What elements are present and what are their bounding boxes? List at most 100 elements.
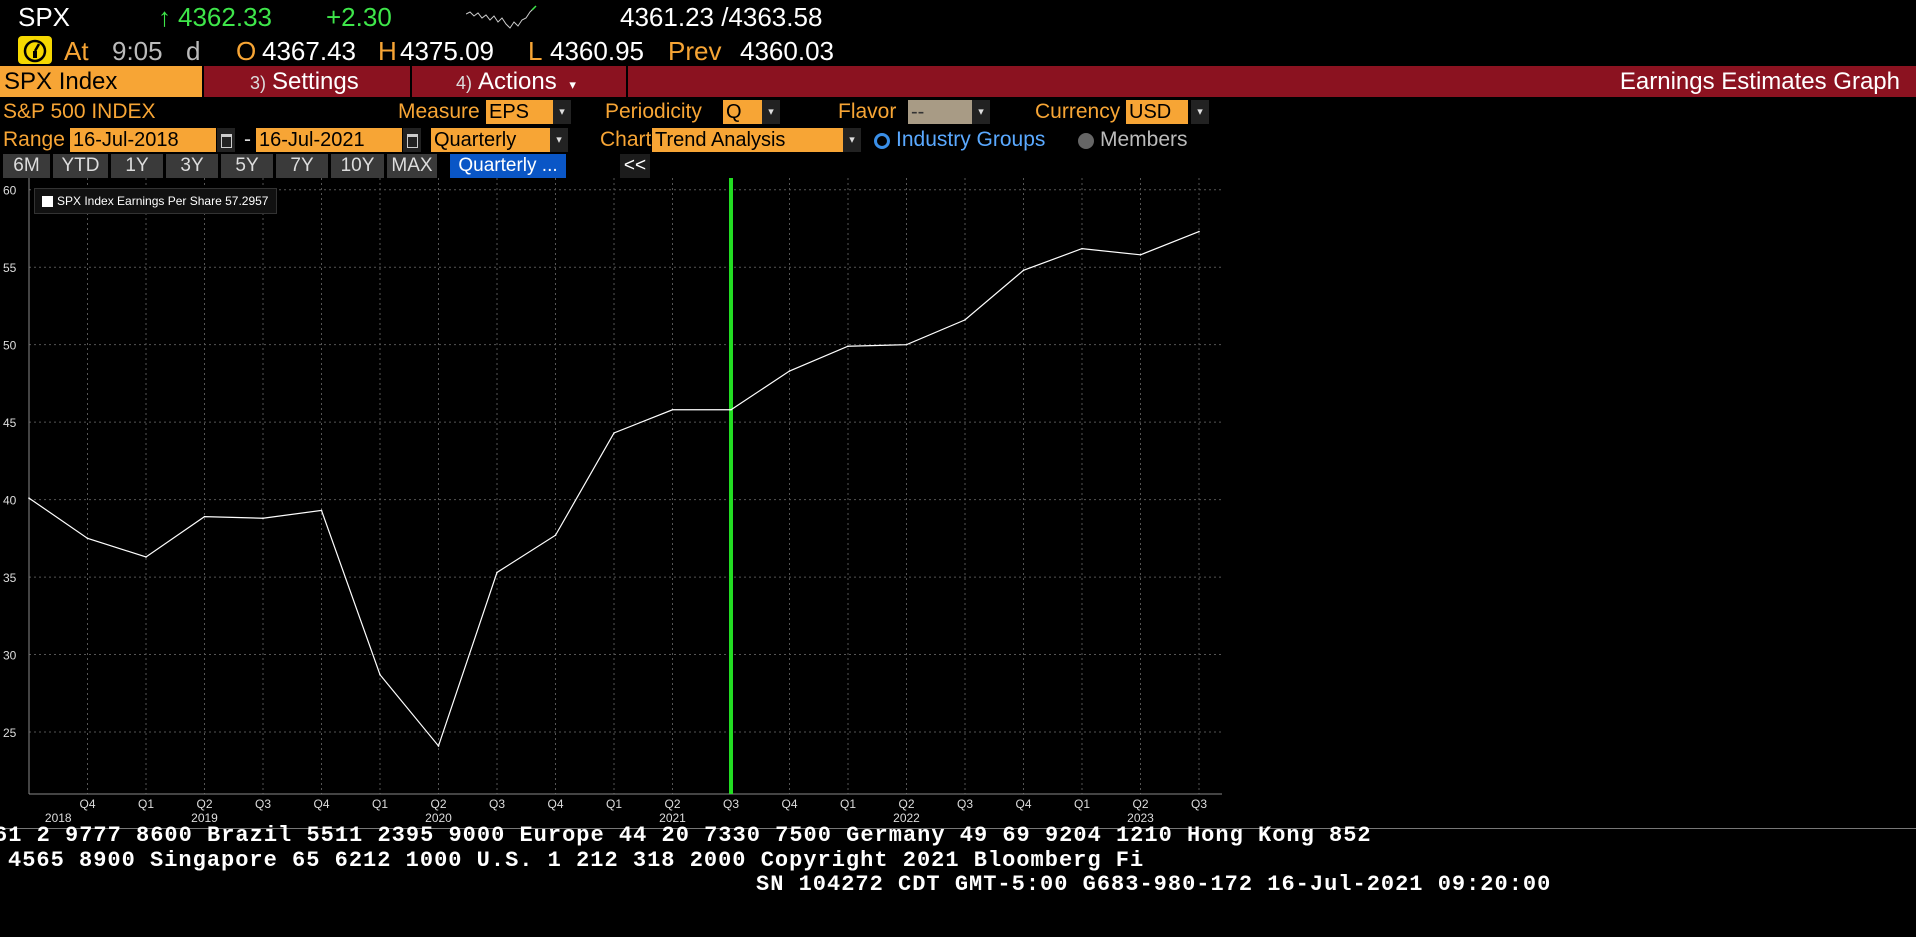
- range-button-max[interactable]: MAX: [387, 154, 437, 178]
- currency-dropdown-icon[interactable]: ▾: [1191, 100, 1209, 124]
- calendar-icon[interactable]: [403, 128, 421, 152]
- data-point: [203, 515, 206, 518]
- range-start-field[interactable]: 16-Jul-2018: [70, 128, 216, 152]
- range-button-10y[interactable]: 10Y: [331, 154, 384, 178]
- settings-menu[interactable]: 3) Settings: [250, 66, 359, 97]
- periodicity-field[interactable]: Q: [723, 100, 765, 124]
- x-tick-label: Q2: [664, 797, 680, 811]
- actions-menu[interactable]: 4) Actions ▾: [456, 66, 576, 97]
- x-tick-label: Q4: [79, 797, 95, 811]
- flavor-label: Flavor: [838, 100, 897, 123]
- open-value: 4367.43: [262, 36, 356, 66]
- sparkline-icon: [466, 5, 537, 29]
- actions-num: 4): [456, 73, 473, 93]
- y-tick-label: 40: [3, 494, 17, 508]
- chart-legend: SPX Index Earnings Per Share 57.2957: [34, 188, 278, 214]
- up-arrow-icon: ↑: [158, 2, 171, 32]
- y-tick-label: 55: [3, 261, 17, 275]
- x-tick-label: Q2: [430, 797, 446, 811]
- legend-text: SPX Index Earnings Per Share 57.2957: [57, 194, 269, 208]
- data-point: [613, 432, 615, 434]
- data-point: [437, 745, 440, 747]
- y-tick-label: 30: [3, 649, 17, 663]
- range-button-ytd[interactable]: YTD: [53, 154, 108, 178]
- x-tick-label: Q1: [372, 797, 388, 811]
- calendar-icon[interactable]: [217, 128, 235, 152]
- data-point: [1022, 269, 1025, 272]
- ticker-symbol: SPX: [18, 2, 71, 32]
- chart-type-field[interactable]: Trend Analysis: [652, 128, 844, 152]
- chart-label: Chart: [600, 128, 652, 151]
- data-point: [320, 509, 323, 512]
- data-point: [964, 319, 966, 321]
- low-value: 4360.95: [550, 36, 644, 66]
- range-button-5y[interactable]: 5Y: [221, 154, 273, 178]
- range-period-field[interactable]: Quarterly: [431, 128, 551, 152]
- range-button-3y[interactable]: 3Y: [166, 154, 218, 178]
- chart-type-dropdown-icon[interactable]: ▾: [843, 128, 861, 152]
- x-tick-label: Q1: [840, 797, 856, 811]
- at-label: At: [64, 36, 89, 66]
- range-button-1y[interactable]: 1Y: [111, 154, 163, 178]
- x-tick-label: Q1: [606, 797, 622, 811]
- contact-ticker-line-1: 61 2 9777 8600 Brazil 5511 2395 9000 Eur…: [0, 823, 1372, 848]
- x-tick-label: Q4: [781, 797, 797, 811]
- data-point: [262, 517, 264, 520]
- prev-label: Prev: [668, 36, 722, 66]
- collapse-button[interactable]: <<: [620, 154, 650, 178]
- settings-label: Settings: [272, 68, 359, 95]
- data-point: [496, 571, 498, 574]
- x-tick-label: Q2: [196, 797, 212, 811]
- bid-ask: 4361.23 /4363.58: [620, 2, 823, 32]
- x-tick-label: Q3: [957, 797, 973, 811]
- actions-label: Actions: [478, 68, 557, 95]
- x-tick-label: Q1: [1074, 797, 1090, 811]
- data-point: [788, 370, 791, 372]
- x-tick-label: Q4: [1015, 797, 1031, 811]
- last-price: 4362.33: [178, 2, 272, 32]
- periodicity-dropdown-icon[interactable]: ▾: [762, 100, 780, 124]
- range-end-field[interactable]: 16-Jul-2021: [256, 128, 402, 152]
- data-point: [86, 537, 89, 540]
- flavor-field[interactable]: --: [908, 100, 974, 124]
- open-label: O: [236, 36, 257, 66]
- data-point: [1139, 254, 1142, 256]
- periodicity-label: Periodicity: [605, 100, 702, 123]
- data-point: [905, 343, 908, 346]
- index-name: S&P 500 INDEX: [3, 100, 156, 123]
- currency-field[interactable]: USD: [1126, 100, 1188, 124]
- range-label: Range: [3, 128, 65, 151]
- delay-gauge-icon[interactable]: [18, 36, 52, 64]
- x-tick-label: Q3: [1191, 797, 1207, 811]
- contact-ticker-line-2: 4565 8900 Singapore 65 6212 1000 U.S. 1 …: [8, 848, 1145, 873]
- range-button-7y[interactable]: 7Y: [276, 154, 328, 178]
- settings-num: 3): [250, 73, 267, 93]
- y-tick-label: 35: [3, 571, 17, 585]
- function-tab-bar: SPX Index 3) Settings 4) Actions ▾ Earning…: [0, 66, 1916, 97]
- data-point: [145, 556, 147, 558]
- y-tick-label: 60: [3, 184, 17, 198]
- quote-time: 9:05: [112, 36, 163, 66]
- low-label: L: [528, 36, 543, 66]
- range-period-dropdown-icon[interactable]: ▾: [550, 128, 568, 152]
- radio-members[interactable]: [1078, 133, 1094, 149]
- measure-label: Measure: [398, 100, 480, 123]
- measure-field[interactable]: EPS: [486, 100, 554, 124]
- data-point: [28, 497, 30, 499]
- x-tick-label: Q2: [1132, 797, 1148, 811]
- high-label: H: [378, 36, 397, 66]
- x-tick-label: Q4: [313, 797, 329, 811]
- flavor-dropdown-icon[interactable]: ▾: [972, 100, 990, 124]
- security-tab[interactable]: SPX Index: [0, 66, 202, 97]
- legend-swatch: [42, 196, 53, 207]
- data-point: [730, 408, 732, 411]
- y-tick-label: 50: [3, 339, 17, 353]
- members-label[interactable]: Members: [1100, 127, 1188, 153]
- industry-groups-label[interactable]: Industry Groups: [896, 127, 1045, 153]
- measure-dropdown-icon[interactable]: ▾: [553, 100, 571, 124]
- range-button-6m[interactable]: 6M: [3, 154, 50, 178]
- x-tick-label: Q3: [255, 797, 271, 811]
- range-separator: -: [244, 128, 251, 151]
- radio-industry-groups[interactable]: [874, 133, 890, 149]
- range-button-quarterly[interactable]: Quarterly ...: [450, 154, 566, 178]
